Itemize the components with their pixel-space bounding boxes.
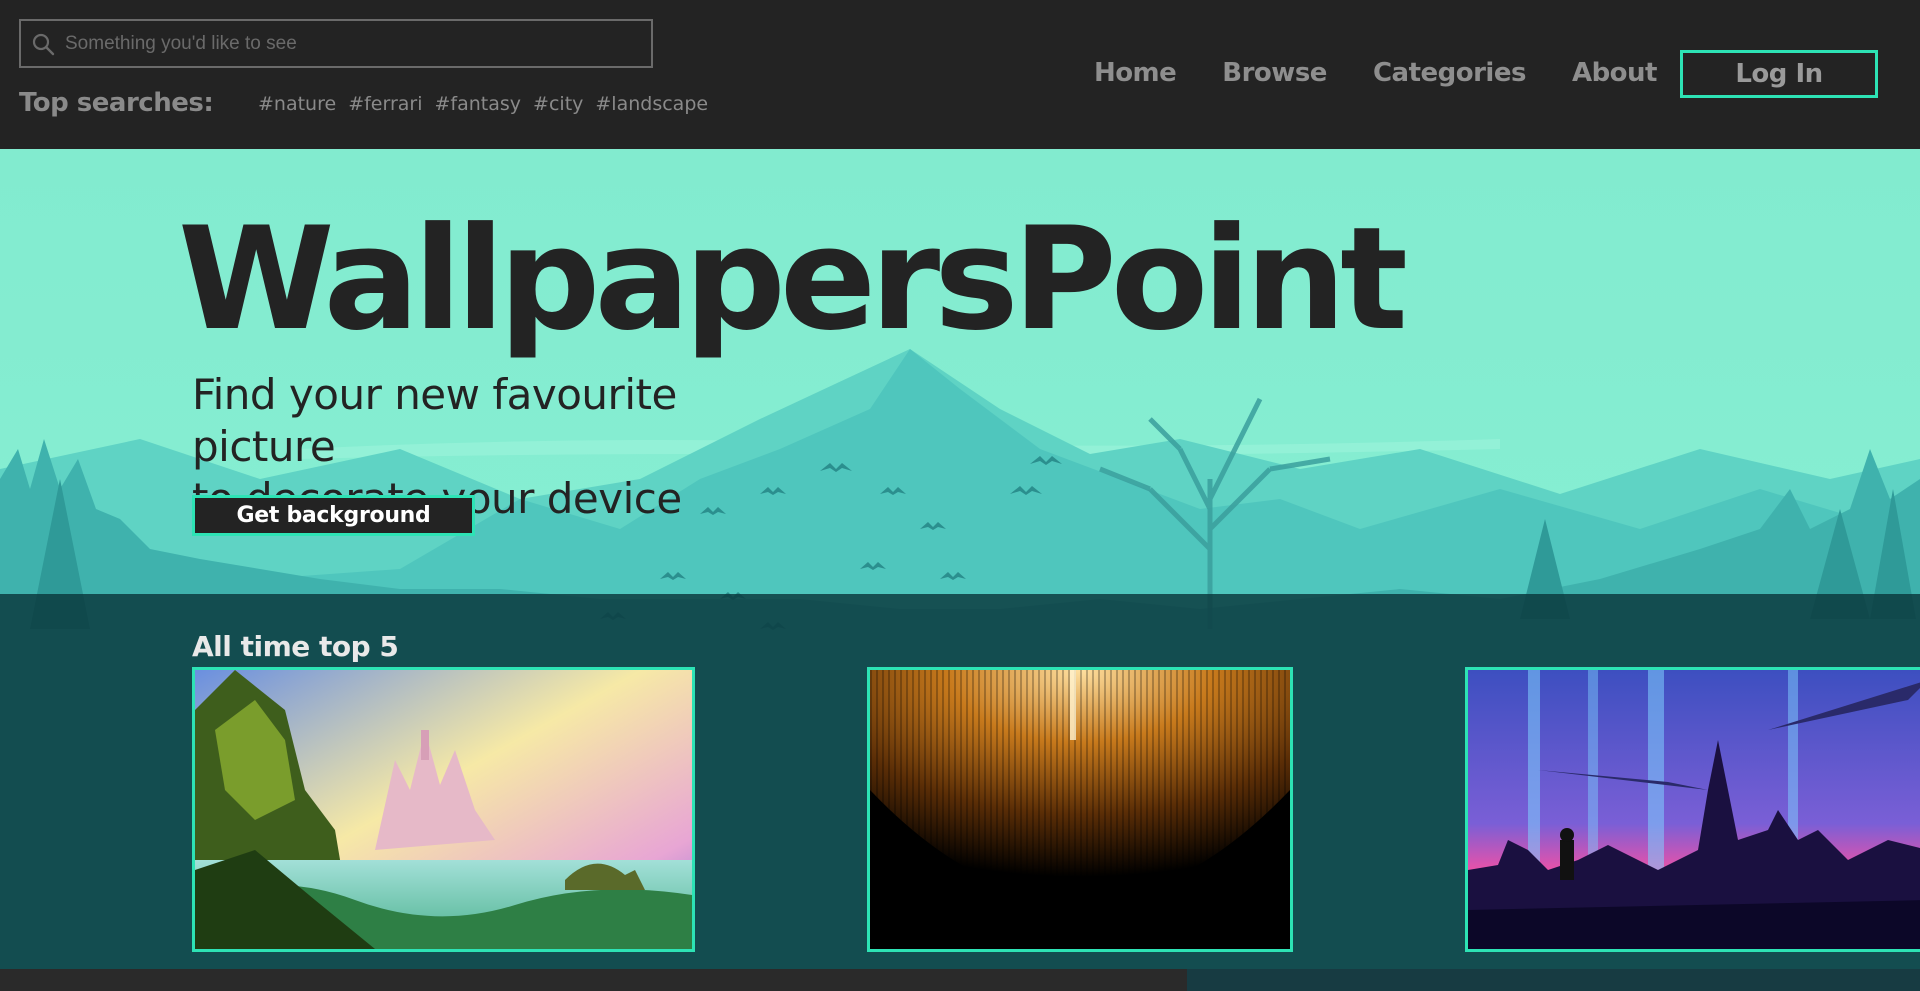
top5-section: All time top 5 xyxy=(0,594,1920,969)
nav-browse[interactable]: Browse xyxy=(1222,58,1327,88)
horizontal-scrollbar[interactable] xyxy=(0,969,1920,991)
wallpaper-thumbnail-3[interactable] xyxy=(1465,667,1920,952)
tag-nature[interactable]: #nature xyxy=(258,93,336,115)
top-searches-list: #nature #ferrari #fantasy #city #landsca… xyxy=(258,93,708,115)
wallpaper-thumbnail-2[interactable] xyxy=(867,667,1293,952)
top-bar: Top searches: #nature #ferrari #fantasy … xyxy=(0,0,1920,149)
tag-city[interactable]: #city xyxy=(533,93,583,115)
neon-city-image xyxy=(1468,670,1920,949)
search-icon xyxy=(32,33,55,55)
tag-landscape[interactable]: #landscape xyxy=(595,93,708,115)
search-box[interactable] xyxy=(19,19,653,68)
top-searches-label: Top searches: xyxy=(19,88,214,118)
scrollbar-thumb[interactable] xyxy=(1187,969,1920,991)
search-input[interactable] xyxy=(55,21,651,66)
fantasy-landscape-image xyxy=(195,670,692,949)
nav-home[interactable]: Home xyxy=(1094,58,1177,88)
tagline-line-1: Find your new favourite picture xyxy=(192,370,677,471)
login-button[interactable]: Log In xyxy=(1680,50,1878,98)
get-background-button[interactable]: Get background xyxy=(192,495,475,536)
brand-title: WallpapersPoint xyxy=(178,197,1408,362)
wallpaper-thumbnail-1[interactable] xyxy=(192,667,695,952)
tag-fantasy[interactable]: #fantasy xyxy=(435,93,522,115)
golden-rain-image xyxy=(870,670,1290,949)
nav-about[interactable]: About xyxy=(1572,58,1658,88)
main-nav: Home Browse Categories About xyxy=(1094,58,1658,88)
top5-title: All time top 5 xyxy=(192,630,399,663)
nav-categories[interactable]: Categories xyxy=(1373,58,1527,88)
tag-ferrari[interactable]: #ferrari xyxy=(348,93,422,115)
